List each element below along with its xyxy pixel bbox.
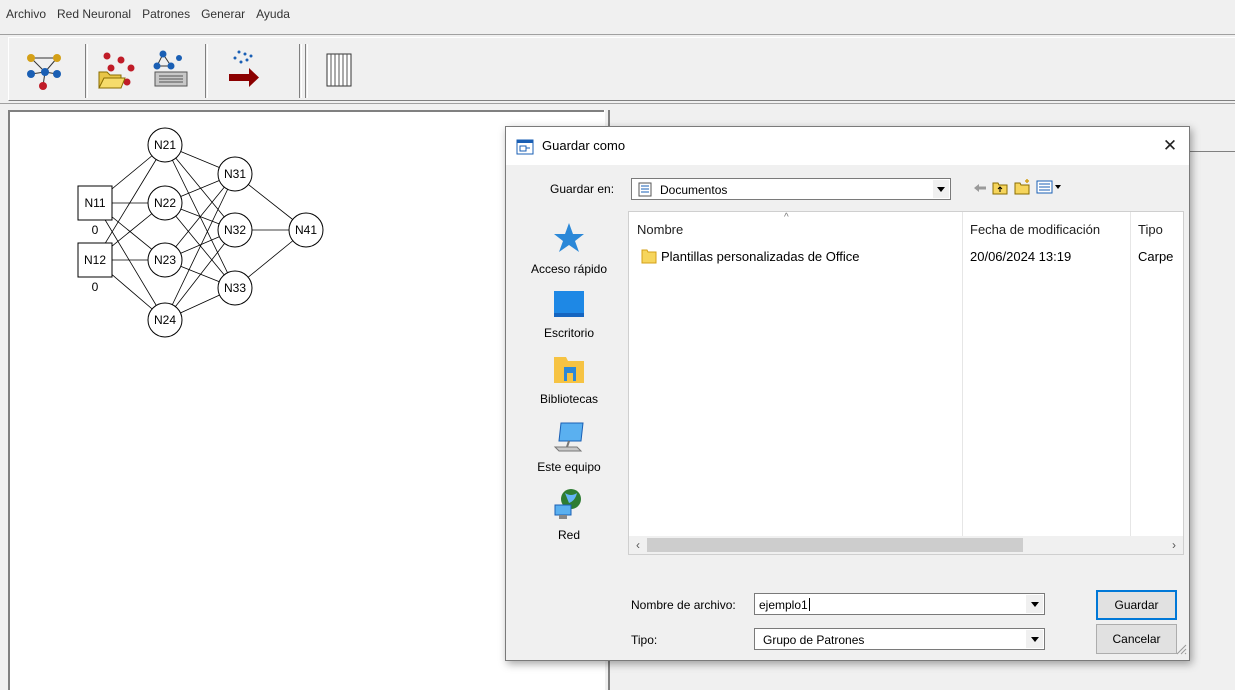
network-node[interactable]: N33 [217, 270, 253, 306]
network-node[interactable]: N24 [147, 302, 183, 338]
network-node[interactable]: N31 [217, 156, 253, 192]
desktop-icon [514, 289, 624, 322]
chevron-down-icon[interactable] [1026, 630, 1043, 648]
save-button[interactable]: Guardar [1096, 590, 1177, 620]
node-label: N32 [224, 223, 246, 237]
save-in-label: Guardar en: [550, 182, 615, 196]
chevron-down-icon[interactable] [1026, 595, 1043, 613]
resize-grip-icon[interactable] [1175, 643, 1187, 658]
places-bar: Acceso rápido Escritorio Bibliotecas Est… [514, 211, 624, 571]
save-as-dialog: Guardar como ✕ Guardar en: Documentos Ac… [505, 126, 1190, 661]
place-label: Este equipo [537, 460, 601, 474]
chevron-down-icon[interactable] [932, 180, 949, 198]
node-label: N33 [224, 281, 246, 295]
place-label: Bibliotecas [539, 392, 599, 406]
menu-ayuda[interactable]: Ayuda [256, 7, 290, 21]
node-value: 0 [92, 280, 99, 294]
node-label: N21 [154, 138, 176, 152]
new-folder-icon[interactable] [1014, 178, 1032, 198]
libraries-icon [514, 353, 624, 388]
scroll-right-icon[interactable]: › [1166, 537, 1182, 553]
save-in-dropdown[interactable]: Documentos [631, 178, 951, 200]
cancel-button[interactable]: Cancelar [1096, 624, 1177, 654]
documents-icon [638, 182, 652, 200]
grid-icon[interactable] [315, 46, 363, 94]
network-node[interactable]: N22 [147, 185, 183, 221]
file-modified: 20/06/2024 13:19 [970, 249, 1072, 264]
network-node[interactable]: N32 [217, 212, 253, 248]
save-in-value: Documentos [660, 183, 728, 197]
scroll-thumb[interactable] [647, 538, 1023, 552]
dialog-title: Guardar como [542, 138, 626, 153]
node-label: N41 [295, 223, 317, 237]
node-label: N23 [154, 253, 176, 267]
filename-label: Nombre de archivo: [631, 598, 736, 612]
network-diagram: N11 0 N12 0 N21 N22 N23 N24 N31 N32 N33 N41 [77, 127, 324, 338]
generate-icon[interactable] [219, 46, 267, 94]
network-node[interactable]: N12 0 [77, 242, 113, 294]
place-label: Acceso rápido [530, 262, 608, 276]
dialog-titlebar[interactable]: Guardar como ✕ [506, 127, 1189, 165]
column-modified[interactable]: Fecha de modificación [970, 222, 1100, 237]
column-type[interactable]: Tipo [1138, 222, 1163, 237]
filename-input[interactable]: ejemplo1 [754, 593, 1045, 615]
file-list[interactable]: ^ Nombre Fecha de modificación Tipo Plan… [628, 211, 1184, 555]
node-label: N24 [154, 313, 176, 327]
menu-patrones[interactable]: Patrones [142, 7, 190, 21]
place-network[interactable]: Red [514, 487, 624, 542]
folder-icon [641, 248, 657, 267]
network-globe-icon [514, 487, 624, 524]
network-save-icon[interactable] [147, 46, 195, 94]
network-node[interactable]: N11 0 [77, 185, 113, 237]
toolbar [0, 34, 1235, 104]
place-libraries[interactable]: Bibliotecas [514, 353, 624, 406]
open-patterns-icon[interactable] [93, 46, 141, 94]
filename-value: ejemplo1 [759, 598, 808, 612]
view-menu-icon[interactable] [1036, 180, 1062, 197]
place-this-pc[interactable]: Este equipo [514, 421, 624, 474]
menu-bar: Archivo Red Neuronal Patrones Generar Ay… [0, 0, 1235, 28]
back-icon[interactable] [973, 181, 987, 198]
column-name[interactable]: Nombre [637, 222, 683, 237]
up-folder-icon[interactable] [992, 180, 1008, 198]
node-label: N31 [224, 167, 246, 181]
type-label: Tipo: [631, 633, 658, 647]
menu-generar[interactable]: Generar [201, 7, 245, 21]
type-dropdown[interactable]: Grupo de Patrones [754, 628, 1045, 650]
scroll-left-icon[interactable]: ‹ [630, 537, 646, 553]
network-icon[interactable] [21, 46, 69, 94]
save-dialog-icon [516, 139, 534, 158]
network-node[interactable]: N21 [147, 127, 183, 163]
network-node[interactable]: N41 [288, 212, 324, 248]
place-quick-access[interactable]: Acceso rápido [514, 221, 624, 276]
network-node[interactable]: N23 [147, 242, 183, 278]
horizontal-scrollbar[interactable]: ‹ › [629, 536, 1183, 554]
type-value: Grupo de Patrones [763, 633, 865, 647]
close-icon[interactable]: ✕ [1157, 133, 1183, 159]
node-label: N11 [84, 196, 105, 210]
node-label: N22 [154, 196, 176, 210]
file-name: Plantillas personalizadas de Office [661, 249, 860, 264]
node-value: 0 [92, 223, 99, 237]
place-label: Red [557, 528, 580, 542]
star-icon [514, 221, 624, 258]
file-type: Carpe [1138, 249, 1174, 264]
node-label: N12 [84, 253, 106, 267]
sort-ascending-icon: ^ [784, 212, 789, 223]
menu-archivo[interactable]: Archivo [6, 7, 46, 21]
place-label: Escritorio [543, 326, 594, 340]
menu-red-neuronal[interactable]: Red Neuronal [57, 7, 131, 21]
place-desktop[interactable]: Escritorio [514, 289, 624, 340]
computer-icon [514, 421, 624, 456]
